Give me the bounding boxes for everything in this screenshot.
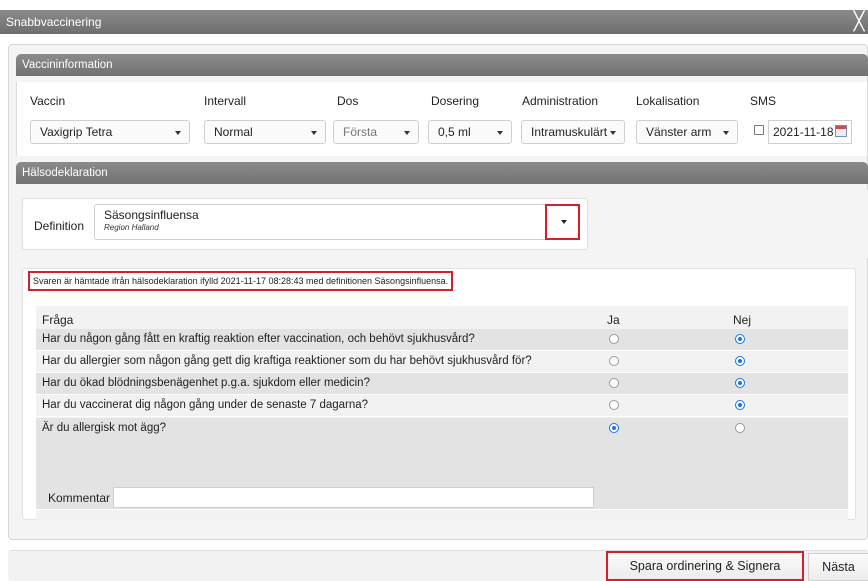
- label-dos: Dos: [337, 94, 359, 108]
- label-sms: SMS: [750, 94, 777, 108]
- question-row: Har du allergier som någon gång gett dig…: [36, 351, 848, 373]
- declaration-notice: Svaren är hämtade ifrån hälsodeklaration…: [28, 271, 454, 291]
- yes-radio[interactable]: [609, 356, 619, 366]
- chevron-down-icon: [561, 220, 567, 224]
- intervall-select[interactable]: Normal: [204, 120, 326, 144]
- definition-label: Definition: [34, 219, 85, 233]
- chevron-down-icon: [497, 131, 503, 135]
- no-radio[interactable]: [735, 334, 745, 344]
- chevron-down-icon: [175, 131, 181, 135]
- administration-select[interactable]: Intramuskulärt: [521, 120, 625, 144]
- no-radio[interactable]: [735, 378, 745, 388]
- yes-column-header: Ja: [607, 313, 620, 327]
- question-row: Har du ökad blödningsbenägenhet p.g.a. s…: [36, 373, 848, 395]
- yes-radio[interactable]: [609, 334, 619, 344]
- save-and-sign-button[interactable]: Spara ordinering & Signera: [606, 551, 804, 581]
- no-radio[interactable]: [735, 423, 745, 433]
- chevron-down-icon: [311, 131, 317, 135]
- next-button[interactable]: Nästa: [808, 553, 868, 581]
- lokalisation-value: Vänster arm: [646, 125, 712, 139]
- intervall-value: Normal: [214, 125, 253, 139]
- vaccine-info-header: Vaccininformation: [16, 54, 868, 76]
- dialog-title: Snabbvaccinering: [6, 15, 102, 29]
- close-icon[interactable]: ╳: [852, 10, 866, 34]
- dos-select[interactable]: Första: [333, 120, 419, 144]
- lokalisation-select[interactable]: Vänster arm: [636, 120, 738, 144]
- dosering-select[interactable]: 0,5 ml: [428, 120, 512, 144]
- comment-input[interactable]: [113, 487, 594, 508]
- administration-value: Intramuskulärt: [531, 125, 608, 139]
- health-declaration-header: Hälsodeklaration: [16, 162, 868, 184]
- yes-radio[interactable]: [609, 378, 619, 388]
- no-column-header: Nej: [733, 313, 752, 327]
- vaccin-select[interactable]: Vaxigrip Tetra: [30, 120, 190, 144]
- question-column-header: Fråga: [42, 313, 74, 327]
- label-vaccin: Vaccin: [30, 94, 66, 108]
- calendar-icon[interactable]: [835, 125, 847, 137]
- question-text: Är du allergisk mot ägg?: [42, 422, 167, 434]
- label-lokalisation: Lokalisation: [636, 94, 700, 108]
- label-intervall: Intervall: [204, 94, 247, 108]
- definition-region: Region Halland: [104, 223, 159, 232]
- health-declaration-title: Hälsodeklaration: [22, 167, 108, 179]
- no-radio[interactable]: [735, 356, 745, 366]
- yes-radio[interactable]: [609, 400, 619, 410]
- question-text: Har du vaccinerat dig någon gång under d…: [42, 399, 369, 411]
- definition-value: Säsongsinfluensa: [104, 208, 199, 222]
- dialog-title-bar: Snabbvaccinering ╳: [0, 10, 868, 34]
- label-administration: Administration: [522, 94, 599, 108]
- question-row: Har du vaccinerat dig någon gång under d…: [36, 395, 848, 417]
- definition-dropdown-button[interactable]: [545, 204, 580, 240]
- sms-date-value: 2021-11-18: [773, 125, 834, 139]
- vaccine-info-title: Vaccininformation: [22, 59, 113, 71]
- chevron-down-icon: [723, 131, 729, 135]
- chevron-down-icon: [610, 131, 616, 135]
- dos-value: Första: [343, 125, 378, 139]
- question-row: Har du någon gång fått en kraftig reakti…: [36, 329, 848, 351]
- dosering-value: 0,5 ml: [438, 125, 471, 139]
- definition-select[interactable]: Säsongsinfluensa Region Halland: [94, 204, 580, 240]
- comment-label: Kommentar: [48, 491, 111, 505]
- question-text: Har du ökad blödningsbenägenhet p.g.a. s…: [42, 377, 370, 389]
- question-text: Har du någon gång fått en kraftig reakti…: [42, 333, 475, 345]
- no-radio[interactable]: [735, 400, 745, 410]
- question-text: Har du allergier som någon gång gett dig…: [42, 355, 532, 367]
- label-dosering: Dosering: [431, 94, 480, 108]
- chevron-down-icon: [404, 131, 410, 135]
- sms-checkbox[interactable]: [754, 125, 764, 135]
- yes-radio[interactable]: [609, 423, 619, 433]
- vaccin-value: Vaxigrip Tetra: [40, 125, 113, 139]
